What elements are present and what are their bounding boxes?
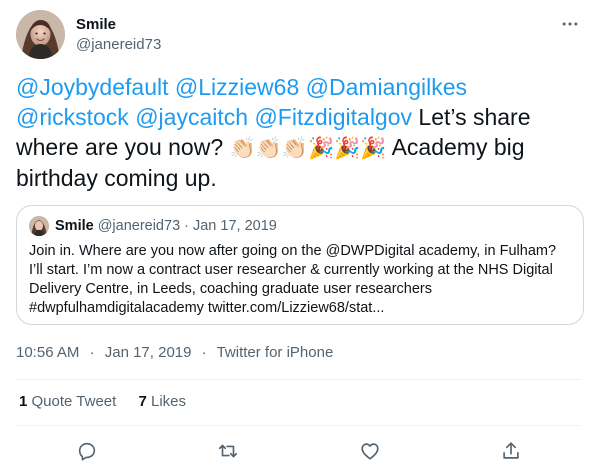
- retweet-icon: [217, 440, 239, 462]
- likes-label: Likes: [150, 393, 187, 410]
- reply-button[interactable]: [69, 433, 105, 469]
- tweet-header: Smile @janereid73: [16, 10, 582, 62]
- avatar[interactable]: [16, 10, 65, 59]
- quoted-avatar: [29, 216, 49, 236]
- quote-tweets-count: 1: [19, 393, 28, 410]
- quoted-author-handle: @janereid73: [97, 218, 181, 234]
- quoted-tweet-header: Smile @janereid73 · Jan 17, 2019: [29, 216, 571, 236]
- mention-link[interactable]: @rickstock: [16, 104, 129, 130]
- like-button[interactable]: [352, 433, 388, 469]
- party-popper-emoji: 🎉: [334, 136, 361, 160]
- mention-link[interactable]: @Lizziew68: [175, 74, 299, 100]
- mention-link[interactable]: @Joybydefault: [16, 74, 169, 100]
- clapping-hands-emoji: 👏🏻: [281, 136, 308, 160]
- share-button[interactable]: [493, 433, 529, 469]
- tweet-text: @Joybydefault @Lizziew68 @Damiangilkes @…: [16, 72, 582, 193]
- party-popper-emoji: 🎉: [360, 136, 387, 160]
- author-handle[interactable]: @janereid73: [76, 35, 161, 55]
- share-icon: [500, 440, 522, 462]
- tweet-actions: [16, 433, 582, 469]
- more-horizontal-icon: [560, 14, 580, 34]
- likes-count: 7: [138, 393, 147, 410]
- quote-tweets-label: Quote Tweet: [31, 393, 117, 410]
- reply-icon: [76, 440, 98, 462]
- divider: [16, 379, 582, 380]
- likes-stat[interactable]: 7 Likes: [138, 392, 186, 412]
- heart-icon: [359, 440, 381, 462]
- party-popper-emoji: 🎉: [307, 136, 335, 160]
- tweet-card: Smile @janereid73 @Joybydefault @Lizziew…: [0, 0, 598, 475]
- quoted-tweet-text: Join in. Where are you now after going o…: [29, 243, 557, 316]
- mention-link[interactable]: @Fitzdigitalgov: [254, 104, 412, 130]
- tweet-metadata: 10:56 AM · Jan 17, 2019 · Twitter for iP…: [16, 343, 333, 363]
- tweet-source[interactable]: Twitter for iPhone: [217, 344, 334, 361]
- tweet-stats: 1 Quote Tweet 7 Likes: [19, 392, 204, 412]
- quoted-date: Jan 17, 2019: [192, 218, 277, 234]
- separator-dot: ·: [184, 218, 189, 234]
- mention-link[interactable]: @Damiangilkes: [306, 74, 467, 100]
- divider: [16, 425, 582, 426]
- tweet-date[interactable]: Jan 17, 2019: [105, 344, 192, 361]
- separator-dot: ·: [89, 344, 95, 361]
- separator-dot: ·: [201, 344, 207, 361]
- clapping-hands-emoji: 👏🏻: [255, 136, 282, 160]
- more-options-button[interactable]: [558, 12, 582, 36]
- clapping-hands-emoji: 👏🏻: [229, 136, 256, 160]
- author-block[interactable]: Smile @janereid73: [76, 15, 161, 55]
- quote-tweets-stat[interactable]: 1 Quote Tweet: [19, 392, 116, 412]
- mention-link[interactable]: @jaycaitch: [135, 104, 248, 130]
- quoted-author-name: Smile: [55, 218, 94, 234]
- author-name[interactable]: Smile: [76, 15, 161, 35]
- tweet-time[interactable]: 10:56 AM: [16, 344, 79, 361]
- quoted-tweet[interactable]: Smile @janereid73 · Jan 17, 2019 Join in…: [16, 205, 584, 325]
- retweet-button[interactable]: [210, 433, 246, 469]
